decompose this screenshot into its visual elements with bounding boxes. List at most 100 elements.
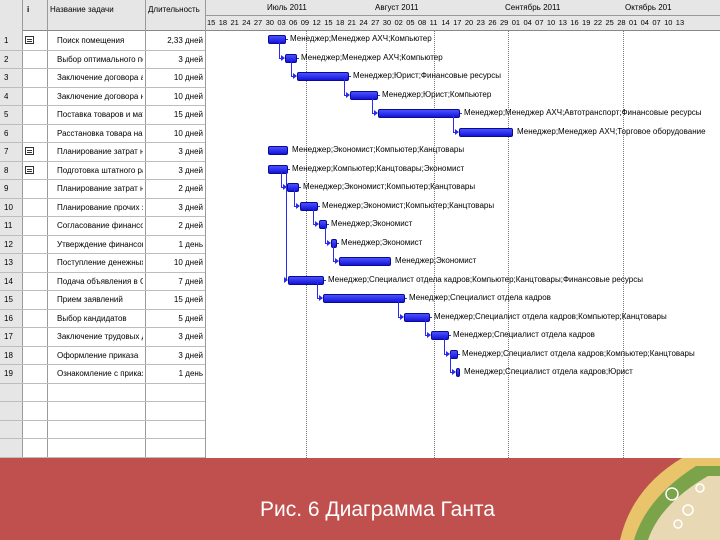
timeline-day: 25 xyxy=(605,18,614,27)
task-duration[interactable]: 2 дней xyxy=(147,220,203,231)
row-divider xyxy=(0,271,205,273)
row-number[interactable]: 14 xyxy=(4,276,13,287)
gantt-bar[interactable] xyxy=(450,349,458,359)
row-number[interactable]: 8 xyxy=(4,165,8,176)
gantt-bar[interactable] xyxy=(378,109,460,118)
task-duration[interactable]: 3 дней xyxy=(147,331,203,342)
timeline-day: 11 xyxy=(429,18,438,27)
timeline-day: 27 xyxy=(371,18,380,27)
dependency-line xyxy=(453,113,454,132)
timeline-day: 12 xyxy=(312,18,321,27)
timeline-day: 24 xyxy=(242,18,251,27)
row-number[interactable]: 16 xyxy=(4,313,13,324)
task-duration[interactable]: 3 дней xyxy=(147,54,203,65)
timeline-day: 27 xyxy=(253,18,263,27)
dependency-line xyxy=(317,279,318,298)
row-number[interactable]: 17 xyxy=(4,331,13,342)
row-number[interactable]: 15 xyxy=(4,294,13,305)
task-name[interactable]: Выбор оптимального пом xyxy=(57,54,143,65)
task-name[interactable]: Утверждение финансово xyxy=(57,239,143,250)
task-duration[interactable]: 10 дней xyxy=(147,257,203,268)
gantt-bar[interactable] xyxy=(300,201,318,211)
task-duration[interactable]: 3 дней xyxy=(147,146,203,157)
task-duration[interactable]: 2 дней xyxy=(147,183,203,194)
task-duration[interactable]: 10 дней xyxy=(147,91,203,102)
task-duration[interactable]: 1 день xyxy=(147,239,203,250)
timeline-day: 29 xyxy=(500,18,509,27)
task-duration[interactable]: 3 дней xyxy=(147,202,203,213)
duration-header[interactable]: Длительность xyxy=(148,4,200,15)
task-duration[interactable]: 10 дней xyxy=(147,72,203,83)
row-number[interactable]: 12 xyxy=(4,239,13,250)
task-name[interactable]: Подготовка штатного рас xyxy=(57,165,143,176)
task-duration[interactable]: 10 дней xyxy=(147,128,203,139)
gantt-bar[interactable] xyxy=(350,90,378,100)
row-number[interactable]: 7 xyxy=(4,146,8,157)
task-name[interactable]: Поиск помещения xyxy=(57,35,143,46)
resource-label: Менеджер;Компьютер;Канцтовары;Экономист xyxy=(292,163,465,173)
task-duration[interactable]: 15 дней xyxy=(147,109,203,120)
task-duration[interactable]: 3 дней xyxy=(147,165,203,176)
timeline-day: 24 xyxy=(359,18,368,27)
gantt-bar[interactable] xyxy=(339,257,391,266)
task-name[interactable]: Прием заявлений xyxy=(57,294,143,305)
gantt-bar[interactable] xyxy=(456,368,460,377)
row-number[interactable]: 19 xyxy=(4,368,13,379)
resource-label: Менеджер;Юрист;Финансовые ресурсы xyxy=(353,71,501,80)
gantt-bar[interactable] xyxy=(431,331,449,340)
task-duration[interactable]: 1 день xyxy=(147,368,203,379)
task-name[interactable]: Согласование финансово xyxy=(57,220,143,231)
row-divider xyxy=(0,142,205,143)
task-name[interactable]: Подача объявления в СМ xyxy=(57,276,143,287)
row-number[interactable]: 13 xyxy=(4,257,13,268)
task-duration[interactable]: 15 дней xyxy=(147,294,203,305)
row-number[interactable]: 6 xyxy=(4,128,8,139)
task-duration[interactable]: 3 дней xyxy=(147,350,203,361)
gantt-bar[interactable] xyxy=(297,72,349,81)
task-name[interactable]: Ознакомление с приказо xyxy=(57,368,143,379)
task-name[interactable]: Заключение договора ар xyxy=(57,72,143,83)
gantt-chart-screenshot: i Название задачи Длительность Июль 2011… xyxy=(0,0,720,458)
gantt-bar[interactable] xyxy=(268,164,288,174)
task-duration[interactable]: 7 дней xyxy=(147,276,203,287)
gantt-bar[interactable] xyxy=(404,312,430,322)
gantt-bar[interactable] xyxy=(268,146,288,155)
task-duration[interactable]: 2,33 дней xyxy=(147,35,203,46)
row-number[interactable]: 11 xyxy=(4,220,12,231)
timeline-header: Июль 2011 Август 2011 Сентябрь 2011 Октябрь… xyxy=(205,0,720,31)
task-name[interactable]: Заключение трудовых до xyxy=(57,331,143,342)
gantt-bar[interactable] xyxy=(288,275,324,285)
task-name[interactable]: Оформление приказа xyxy=(57,350,143,361)
task-name-header[interactable]: Название задачи xyxy=(50,4,114,15)
row-number[interactable]: 3 xyxy=(4,72,8,83)
gantt-bar[interactable] xyxy=(323,294,405,303)
row-number[interactable]: 18 xyxy=(4,350,13,361)
task-name[interactable]: Планирование затрат на xyxy=(57,146,143,157)
row-number[interactable]: 4 xyxy=(4,91,8,102)
task-name[interactable]: Расстановка товара на в xyxy=(57,128,143,139)
timeline-day: 15 xyxy=(324,18,333,27)
resource-label: Менеджер;Специалист отдела кадров;Юрист xyxy=(464,367,633,376)
row-number[interactable]: 1 xyxy=(4,35,8,46)
info-column-icon[interactable]: i xyxy=(27,4,29,15)
task-name[interactable]: Планирование затрат на xyxy=(57,183,143,194)
row-divider xyxy=(0,179,205,180)
row-number[interactable]: 10 xyxy=(4,202,13,213)
dependency-line xyxy=(425,316,426,335)
row-number[interactable]: 5 xyxy=(4,109,8,120)
resource-label: Менеджер;Менеджер АХЧ;Компьютер xyxy=(301,52,443,62)
gantt-bar[interactable] xyxy=(459,127,513,137)
task-name[interactable]: Планирование прочих за xyxy=(57,202,143,213)
gantt-bar[interactable] xyxy=(287,183,299,192)
task-name[interactable]: Выбор кандидатов xyxy=(57,313,143,324)
gantt-bar[interactable] xyxy=(268,35,286,44)
task-duration[interactable]: 5 дней xyxy=(147,313,203,324)
dependency-arrow xyxy=(335,258,339,264)
note-icon xyxy=(25,36,34,44)
row-divider xyxy=(0,364,205,365)
row-number[interactable]: 2 xyxy=(4,54,8,65)
task-name[interactable]: Заключение договора на xyxy=(57,91,143,102)
task-name[interactable]: Поставка товаров и мат xyxy=(57,109,143,120)
task-name[interactable]: Поступление денежных с xyxy=(57,257,143,268)
row-number[interactable]: 9 xyxy=(4,183,8,194)
